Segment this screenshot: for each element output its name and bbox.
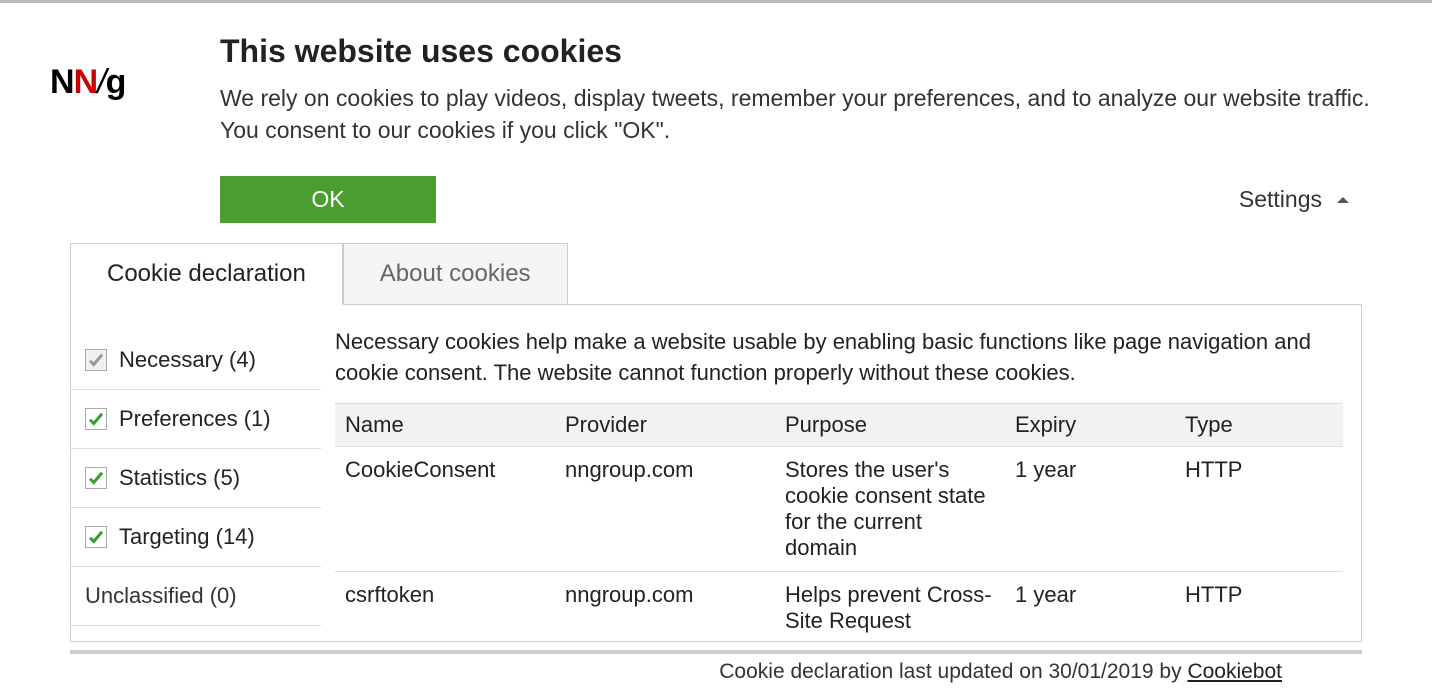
col-name: Name bbox=[335, 403, 555, 446]
cell-type: HTTP bbox=[1175, 571, 1343, 641]
category-label: Unclassified (0) bbox=[85, 583, 237, 609]
category-targeting[interactable]: Targeting (14) bbox=[71, 508, 321, 567]
cell-type: HTTP bbox=[1175, 446, 1343, 571]
cookie-table: Name Provider Purpose Expiry Type Cookie… bbox=[335, 403, 1343, 641]
settings-panel: Cookie declaration About cookies Necessa… bbox=[70, 243, 1362, 642]
table-row: CookieConsent nngroup.com Stores the use… bbox=[335, 446, 1343, 571]
col-expiry: Expiry bbox=[1005, 403, 1175, 446]
cell-expiry: 1 year bbox=[1005, 446, 1175, 571]
category-preferences[interactable]: Preferences (1) bbox=[71, 390, 321, 449]
category-label: Necessary (4) bbox=[119, 347, 256, 373]
footer-text: Cookie declaration last updated on 30/01… bbox=[719, 660, 1187, 683]
category-sidebar: Necessary (4) Preferences (1) Statistics… bbox=[71, 305, 321, 641]
checkbox-targeting[interactable] bbox=[85, 526, 107, 548]
category-label: Statistics (5) bbox=[119, 465, 240, 491]
cell-purpose: Helps prevent Cross-Site Request bbox=[775, 571, 1005, 641]
settings-label: Settings bbox=[1239, 186, 1322, 213]
table-row: csrftoken nngroup.com Helps prevent Cros… bbox=[335, 571, 1343, 641]
banner-description: We rely on cookies to play videos, displ… bbox=[220, 82, 1382, 146]
ok-button[interactable]: OK bbox=[220, 176, 436, 223]
logo-g: g bbox=[106, 63, 126, 101]
chevron-up-icon bbox=[1334, 191, 1352, 209]
tab-cookie-declaration[interactable]: Cookie declaration bbox=[70, 243, 343, 305]
cell-expiry: 1 year bbox=[1005, 571, 1175, 641]
cell-name: csrftoken bbox=[335, 571, 555, 641]
cell-provider: nngroup.com bbox=[555, 571, 775, 641]
logo: NN/g bbox=[50, 33, 180, 176]
category-label: Targeting (14) bbox=[119, 524, 255, 550]
checkbox-necessary bbox=[85, 349, 107, 371]
checkbox-statistics[interactable] bbox=[85, 467, 107, 489]
category-detail: Necessary cookies help make a website us… bbox=[321, 305, 1361, 641]
banner-title: This website uses cookies bbox=[220, 33, 1382, 70]
col-purpose: Purpose bbox=[775, 403, 1005, 446]
cell-provider: nngroup.com bbox=[555, 446, 775, 571]
col-type: Type bbox=[1175, 403, 1343, 446]
cell-name: CookieConsent bbox=[335, 446, 555, 571]
category-necessary[interactable]: Necessary (4) bbox=[71, 305, 321, 390]
logo-n2: N bbox=[74, 63, 98, 101]
settings-toggle[interactable]: Settings bbox=[1239, 186, 1352, 213]
category-label: Preferences (1) bbox=[119, 406, 271, 432]
tabs: Cookie declaration About cookies bbox=[70, 243, 1362, 305]
logo-slash: / bbox=[97, 63, 105, 101]
category-statistics[interactable]: Statistics (5) bbox=[71, 449, 321, 508]
cell-purpose: Stores the user's cookie consent state f… bbox=[775, 446, 1005, 571]
category-unclassified[interactable]: Unclassified (0) bbox=[71, 567, 321, 626]
tab-about-cookies[interactable]: About cookies bbox=[343, 243, 568, 305]
category-description: Necessary cookies help make a website us… bbox=[335, 327, 1343, 389]
footer: Cookie declaration last updated on 30/01… bbox=[70, 650, 1362, 684]
logo-n1: N bbox=[50, 63, 74, 101]
checkbox-preferences[interactable] bbox=[85, 408, 107, 430]
col-provider: Provider bbox=[555, 403, 775, 446]
footer-link[interactable]: Cookiebot bbox=[1187, 660, 1282, 683]
